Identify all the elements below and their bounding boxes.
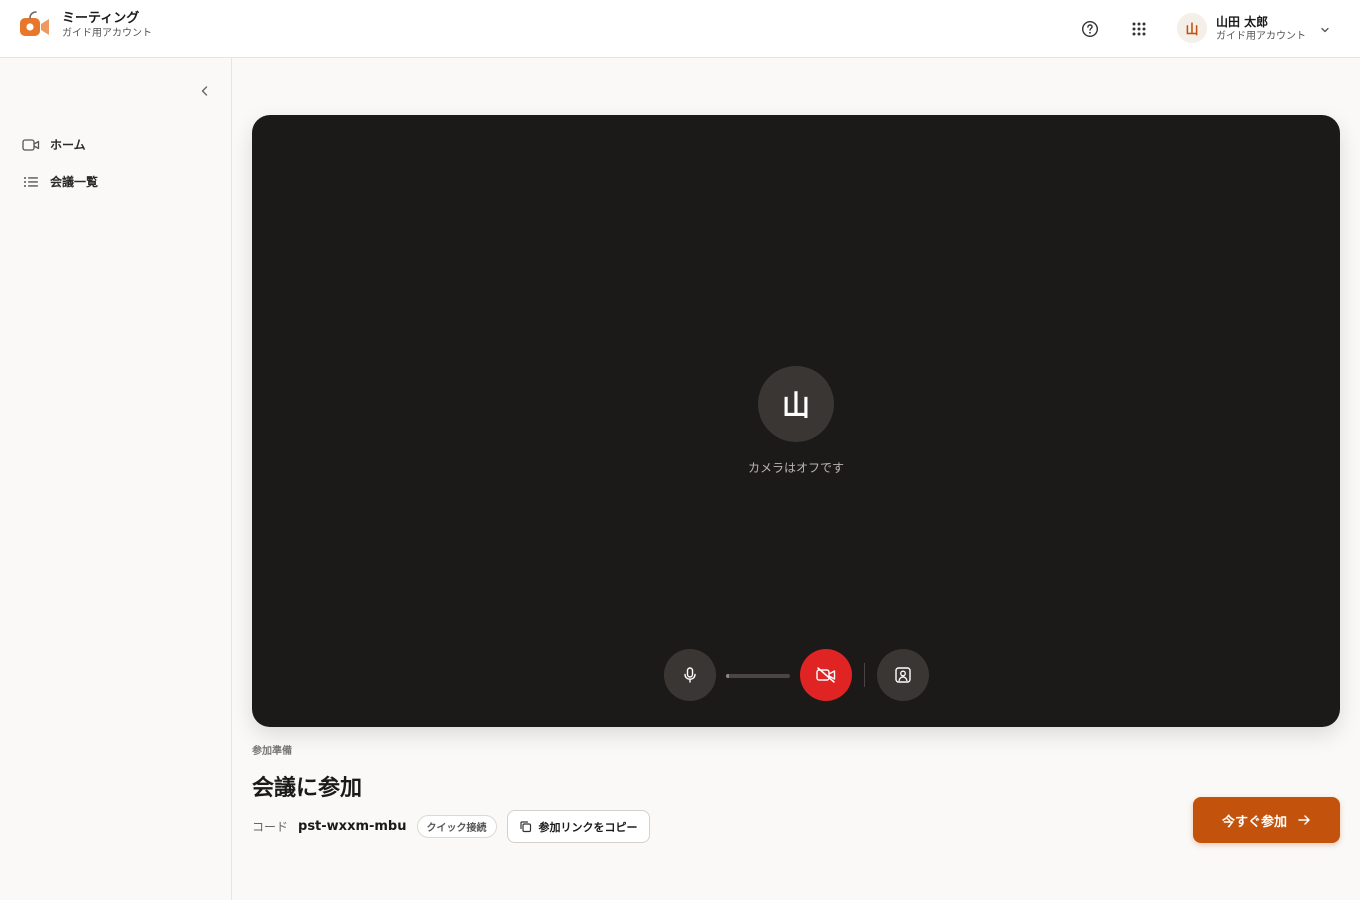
- user-account: ガイド用アカウント: [1216, 30, 1306, 42]
- meeting-logo-icon: [18, 10, 52, 40]
- app-title: ミーティング: [62, 11, 140, 26]
- meeting-code-row: コード pst-wxxm-mbu クイック接続 参加リンクをコピー: [252, 810, 650, 843]
- meeting-code: pst-wxxm-mbu: [298, 819, 407, 834]
- copy-icon: [519, 821, 531, 833]
- user-name: 山田 太郎: [1216, 14, 1269, 29]
- sidebar-item-meetings[interactable]: 会議一覧: [22, 173, 98, 190]
- brand[interactable]: ミーティング ガイド用アカウント: [18, 10, 152, 40]
- apps-grid-icon[interactable]: [1128, 18, 1150, 40]
- camera-toggle-button[interactable]: [800, 649, 852, 701]
- mic-level-meter: [726, 674, 790, 678]
- user-avatar: 山: [1177, 13, 1207, 43]
- microphone-icon: [684, 667, 696, 683]
- sidebar-collapse-button[interactable]: [196, 82, 214, 100]
- account-type: ガイド用アカウント: [62, 28, 152, 39]
- copy-link-label: 参加リンクをコピー: [538, 820, 638, 834]
- sidebar-item-label: 会議一覧: [50, 175, 99, 189]
- background-effects-button[interactable]: [877, 649, 929, 701]
- user-menu[interactable]: 山 山田 太郎 ガイド用アカウント: [1177, 13, 1330, 43]
- chevron-left-icon: [201, 86, 208, 96]
- help-icon[interactable]: [1079, 18, 1101, 40]
- copy-link-button[interactable]: 参加リンクをコピー: [506, 810, 650, 843]
- join-eyebrow: 参加準備: [252, 746, 292, 757]
- list-icon: [22, 174, 40, 190]
- preview-avatar: 山: [758, 366, 834, 442]
- controls-divider: [864, 663, 865, 687]
- code-label: コード: [252, 820, 289, 834]
- sidebar: ホーム 会議一覧: [0, 58, 232, 900]
- portrait-icon: [895, 667, 911, 683]
- top-header: ミーティング ガイド用アカウント 山 山田 太郎 ガイド用アカウント: [0, 0, 1360, 58]
- mic-toggle-button[interactable]: [664, 649, 716, 701]
- video-icon: [22, 137, 40, 153]
- join-now-label: 今すぐ参加: [1221, 814, 1287, 830]
- mic-level-fill: [726, 674, 730, 678]
- arrow-right-icon: [1297, 813, 1311, 827]
- join-now-button[interactable]: 今すぐ参加: [1193, 797, 1340, 843]
- quick-connect-badge: クイック接続: [416, 815, 497, 838]
- sidebar-item-label: ホーム: [50, 138, 86, 152]
- chevron-down-icon: [1320, 20, 1330, 39]
- video-off-icon: [816, 667, 836, 683]
- video-preview: 山 カメラはオフです: [252, 115, 1340, 727]
- page-title: 会議に参加: [252, 776, 363, 801]
- camera-status-text: カメラはオフです: [747, 461, 844, 475]
- sidebar-item-home[interactable]: ホーム: [22, 136, 86, 153]
